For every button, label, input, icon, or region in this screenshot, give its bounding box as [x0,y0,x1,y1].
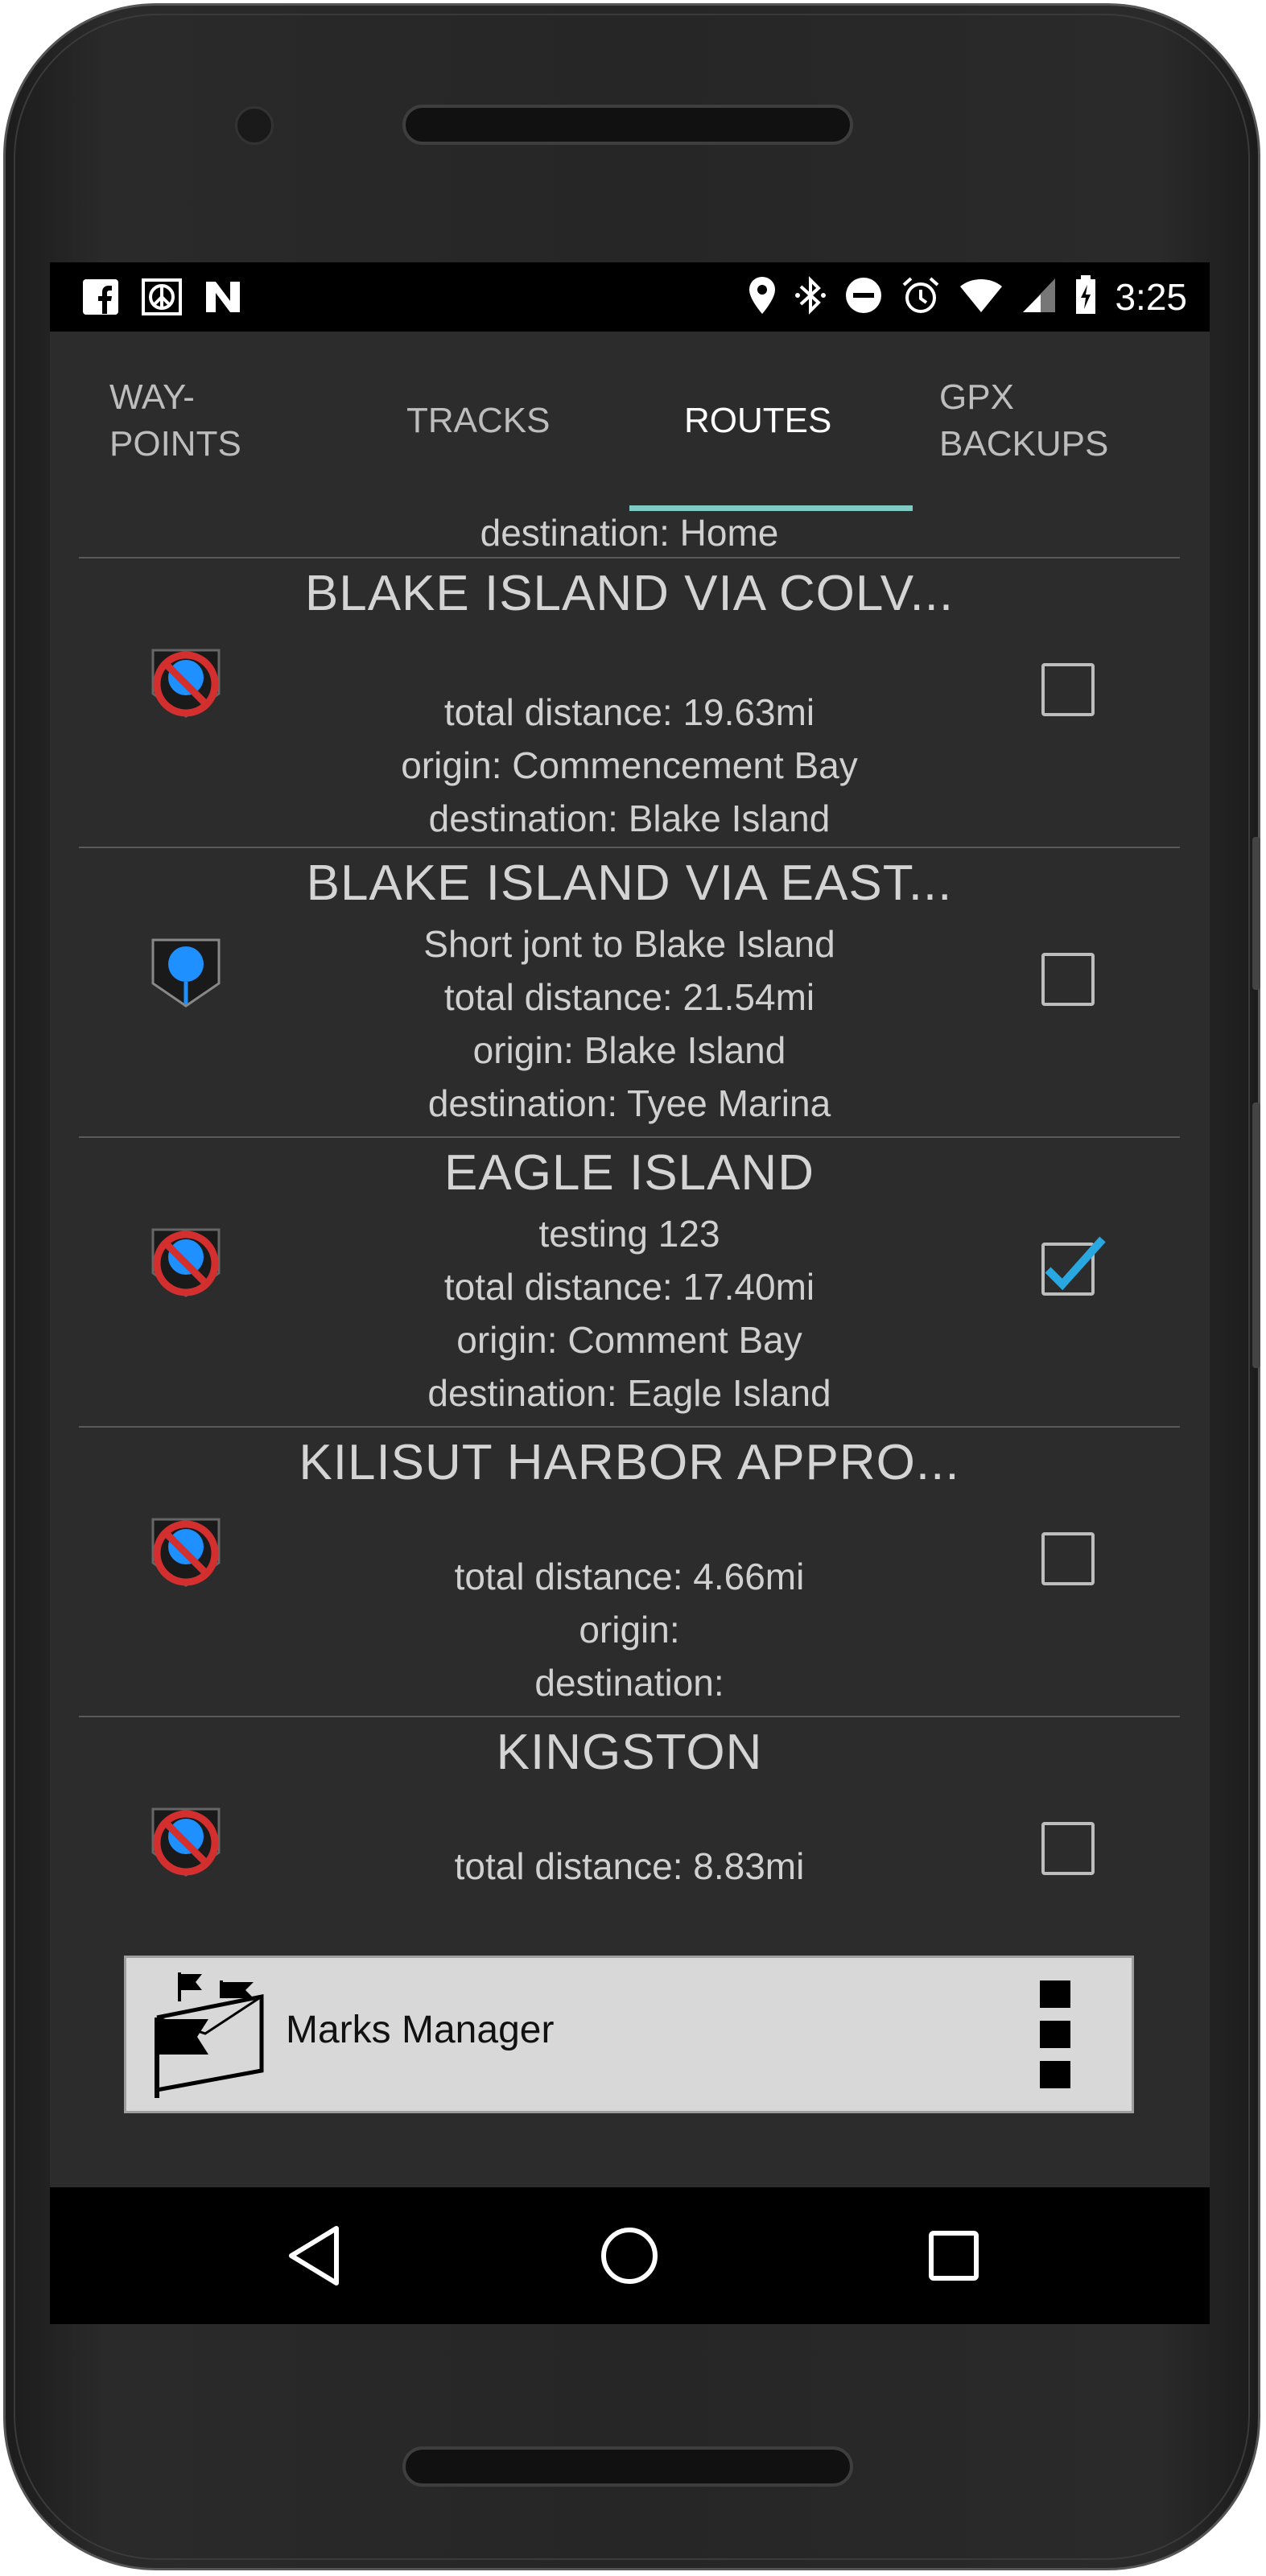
tab-gpx-backups[interactable]: GPX BACKUPS [939,332,1108,510]
route-destination: destination: Tyee Marina [427,1082,831,1124]
route-title: KILISUT HARBOR APPRO... [299,1435,960,1490]
facebook-icon [80,277,121,317]
overflow-menu-icon[interactable] [1040,1980,1070,2101]
tab-routes[interactable]: ROUTES [684,332,831,510]
route-origin: origin: Commencement Bay [401,744,858,786]
peace-sign-icon [142,277,182,317]
screen: 3:25 WAY- POINTS TRACKS ROUTES GPX BACKUPS… [50,262,1210,2324]
bottom-speaker [402,2446,853,2487]
top-speaker [402,105,853,145]
route-total-distance: total distance: 17.40mi [443,1266,815,1308]
route-destination: destination: [534,1662,724,1704]
wifi-icon [959,277,1004,317]
tab-label: BACKUPS [939,424,1109,464]
alarm-icon [901,275,941,319]
status-time: 3:25 [1115,276,1187,318]
tab-tracks[interactable]: TRACKS [406,332,550,510]
route-row[interactable]: EAGLE ISLAND testing 123 total distance:… [79,1138,1180,1428]
home-icon[interactable] [595,2221,664,2290]
route-description: Short jont to Blake Island [423,923,835,965]
recent-apps-icon[interactable] [919,2221,988,2290]
route-destination: destination: Blake Island [428,798,831,839]
marks-manager-bar[interactable]: Marks Manager [124,1956,1134,2113]
location-icon [748,275,777,319]
checkmark-icon [1045,1236,1106,1291]
battery-icon [1074,275,1097,319]
tab-label: WAY- [109,377,195,417]
tab-label: POINTS [109,424,241,464]
tab-label: TRACKS [406,401,551,440]
tab-label: GPX [939,377,1014,417]
route-checkbox[interactable] [1041,1822,1095,1875]
route-checkbox[interactable] [1041,663,1095,716]
tab-waypoints[interactable]: WAY- POINTS [109,332,241,510]
tab-bar: WAY- POINTS TRACKS ROUTES GPX BACKUPS [50,332,1210,511]
nvidia-icon [203,277,243,317]
route-title: EAGLE ISLAND [444,1145,814,1201]
power-button [1252,837,1260,990]
bluetooth-icon [794,275,827,319]
back-icon[interactable] [280,2221,349,2290]
route-total-distance: total distance: 19.63mi [443,691,815,733]
signal-icon [1021,277,1057,317]
route-hidden-icon[interactable] [150,1226,222,1299]
route-hidden-icon[interactable] [150,1806,222,1878]
flags-icon [155,1972,264,2098]
route-total-distance: total distance: 8.83mi [454,1845,805,1887]
route-visible-icon[interactable] [150,937,222,1009]
marks-manager-label: Marks Manager [286,2009,555,2051]
route-title: BLAKE ISLAND VIA EAST... [306,855,953,911]
route-destination: destination: Eagle Island [427,1372,831,1414]
navigation-bar [50,2187,1210,2324]
route-hidden-icon[interactable] [150,647,222,719]
do-not-disturb-icon [844,276,883,318]
route-title: KINGSTON [496,1725,763,1780]
route-hidden-icon[interactable] [150,1516,222,1589]
volume-button [1252,1103,1260,1368]
route-checkbox-checked[interactable] [1041,1236,1106,1296]
route-row[interactable]: BLAKE ISLAND VIA EAST... Short jont to B… [79,848,1180,1138]
tab-label: ROUTES [684,401,832,440]
route-origin: origin: [579,1609,680,1651]
route-title: BLAKE ISLAND VIA COLV... [304,566,955,621]
route-total-distance: total distance: 4.66mi [454,1556,805,1597]
route-row[interactable]: KILISUT HARBOR APPRO... total distance: … [79,1428,1180,1717]
front-camera [235,106,274,145]
route-checkbox[interactable] [1041,1532,1095,1585]
route-total-distance: total distance: 21.54mi [443,976,815,1018]
previous-route-destination: destination: Home [480,512,779,554]
route-description: testing 123 [538,1213,720,1255]
route-checkbox[interactable] [1041,953,1095,1006]
route-row[interactable]: BLAKE ISLAND VIA COLV... total distance:… [79,558,1180,848]
status-bar: 3:25 [50,262,1210,332]
route-origin: origin: Blake Island [472,1029,786,1071]
route-origin: origin: Comment Bay [456,1319,802,1361]
